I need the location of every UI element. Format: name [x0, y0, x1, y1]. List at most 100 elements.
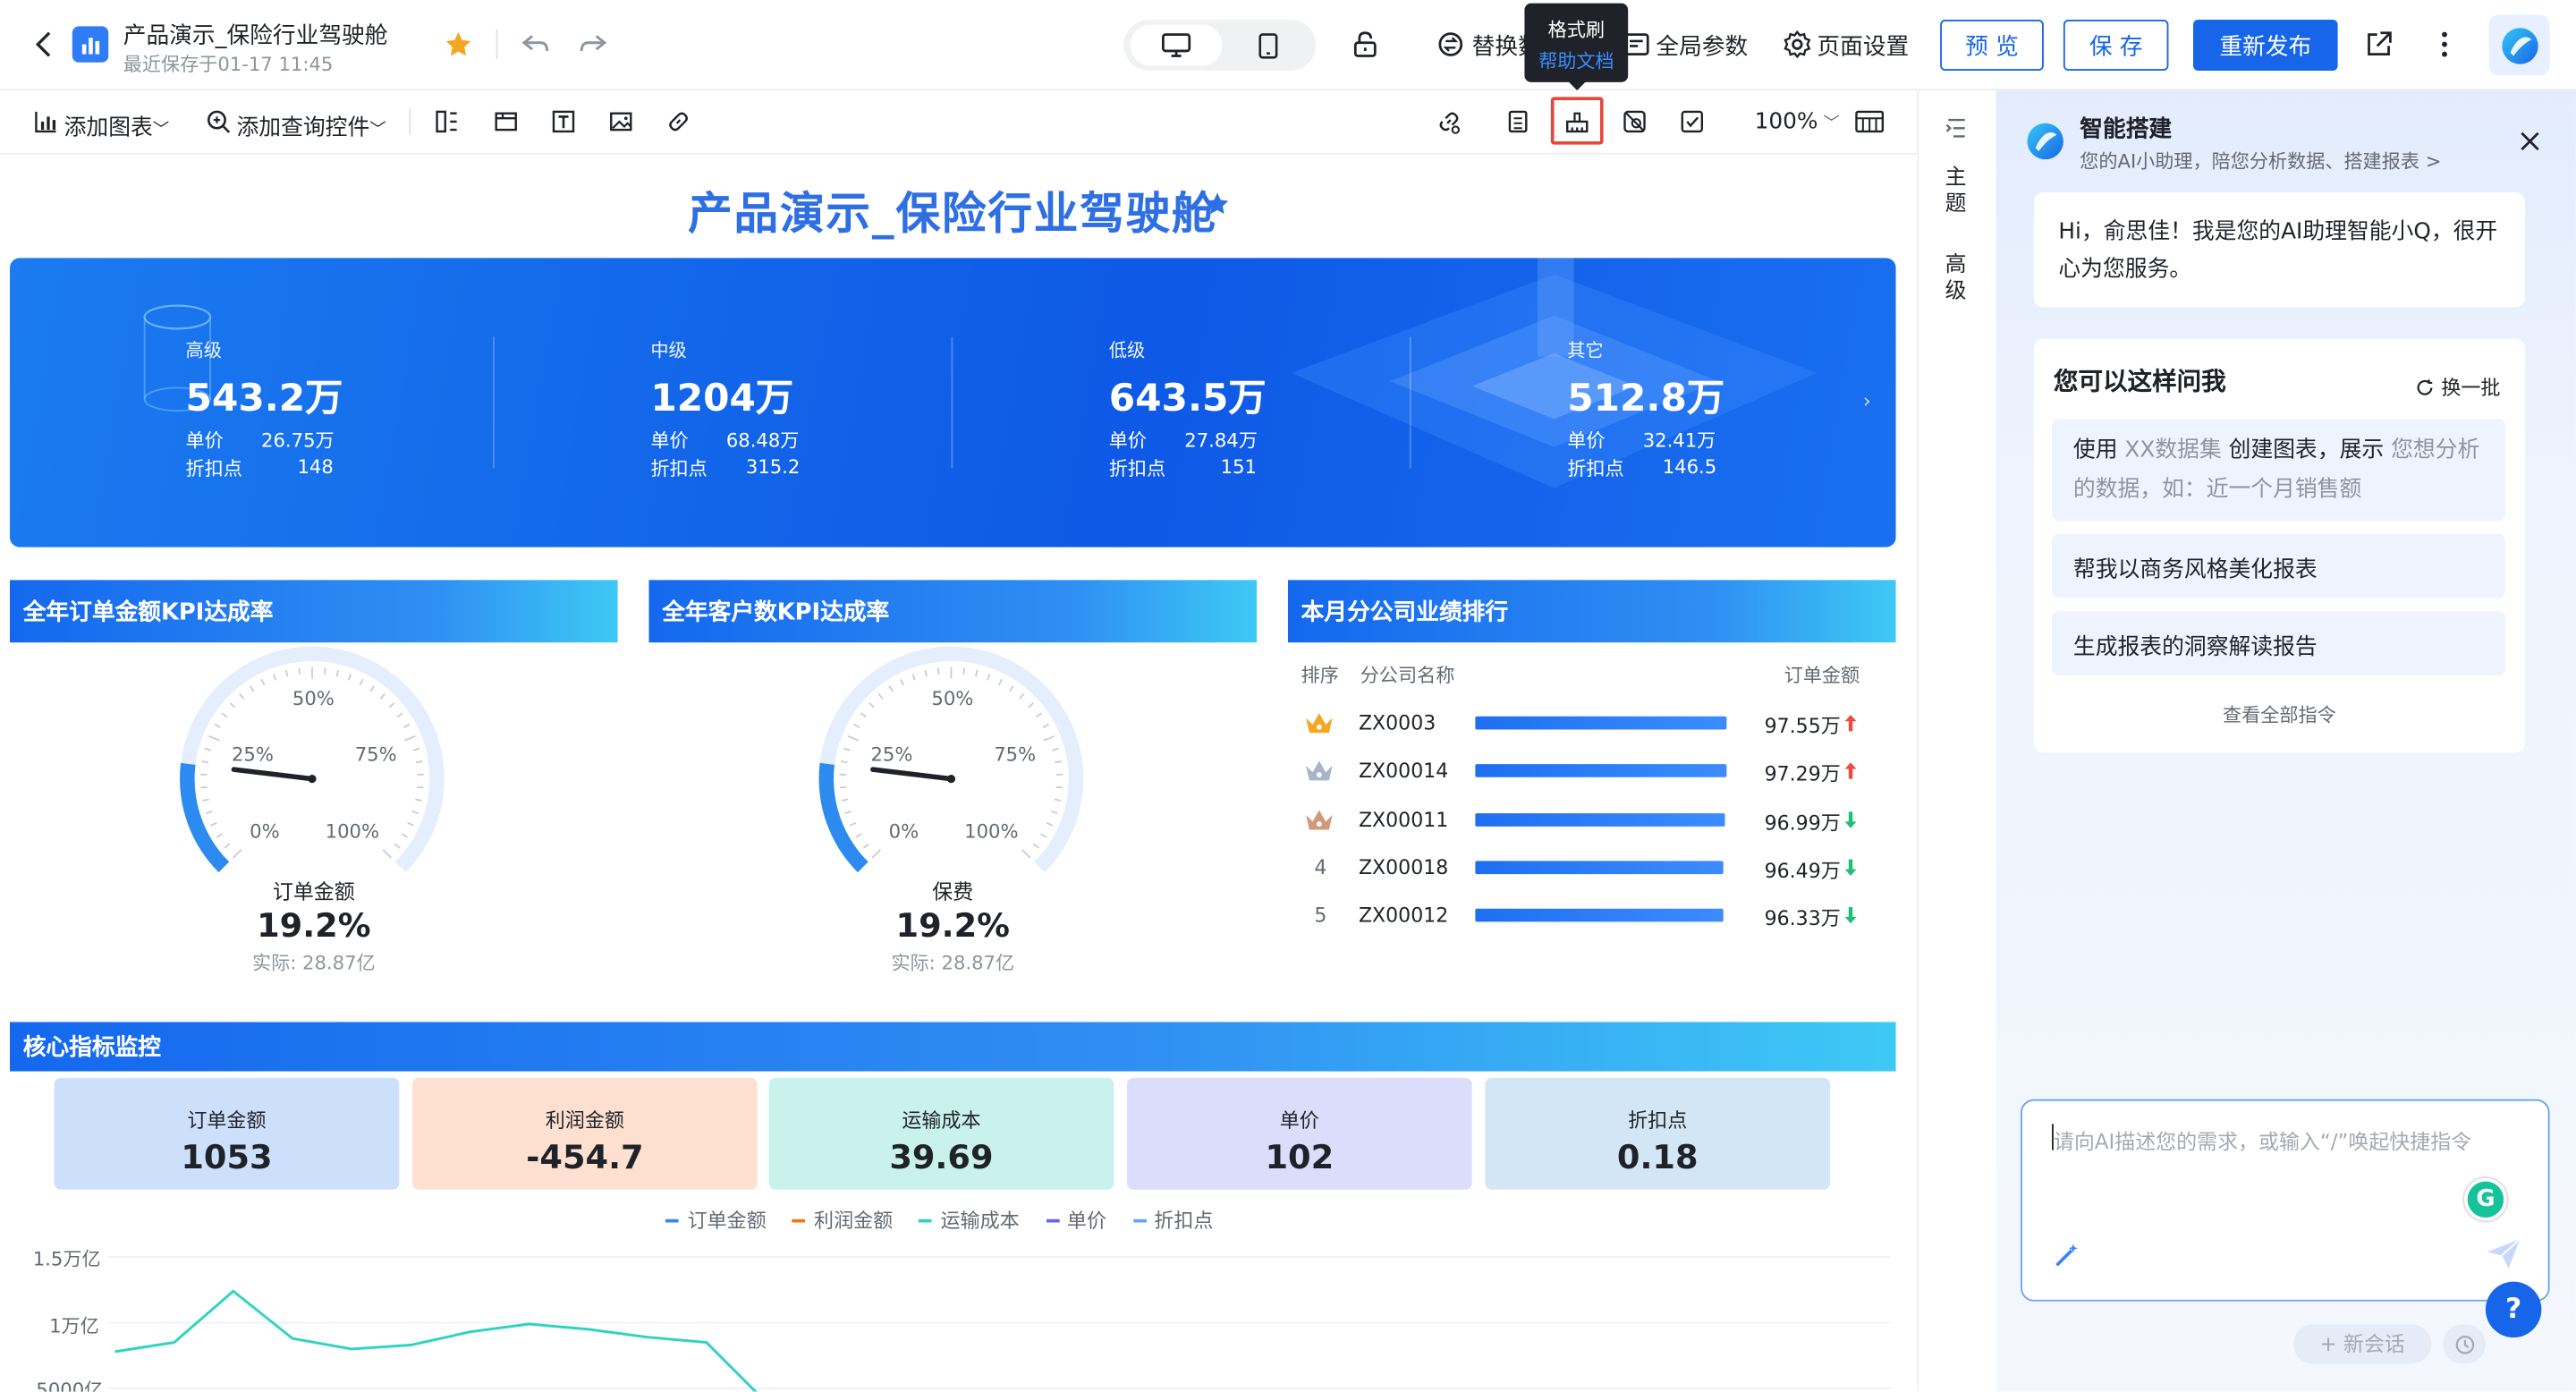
- favorite-star-icon[interactable]: [444, 30, 473, 59]
- add-chart-button[interactable]: 添加图表﹀: [64, 108, 170, 141]
- link-settings-icon[interactable]: [1433, 106, 1466, 139]
- save-button[interactable]: 保 存: [2063, 20, 2169, 71]
- ranking-bar: [1475, 716, 1727, 730]
- report-document-icon[interactable]: [1502, 106, 1535, 139]
- gauge-tick: [853, 723, 860, 728]
- link-icon[interactable]: [662, 106, 695, 139]
- gauge-tick: [899, 678, 904, 686]
- arrow-down-icon: [1844, 859, 1857, 876]
- legend-item[interactable]: 折扣点: [1132, 1206, 1213, 1234]
- gauge-tick: [239, 693, 245, 700]
- dashboard-title[interactable]: 产品演示_保险行业驾驶舱: [0, 177, 1906, 242]
- gauge2-header[interactable]: 全年客户数KPI达成率: [648, 580, 1258, 643]
- metric-value: 1053: [181, 1136, 273, 1177]
- ai-input-placeholder[interactable]: 请向AI描述您的需求，或输入“/”唤起快捷指令: [2054, 1124, 2530, 1155]
- refresh-suggestions-button[interactable]: 换一批: [2415, 373, 2500, 401]
- close-icon[interactable]: [2517, 128, 2543, 154]
- gauge-tick: [1052, 747, 1059, 751]
- list-outline-icon[interactable]: [1944, 115, 1970, 141]
- global-params-button[interactable]: 全局参数: [1656, 30, 1748, 63]
- kpi-discount: 146.5: [1662, 454, 1717, 479]
- suggestion-item[interactable]: 使用 XX数据集 创建图表，展示 您想分析的数据，如：近一个月销售额: [2052, 419, 2505, 522]
- gauge-tick: [401, 833, 408, 838]
- magic-wand-icon[interactable]: [2052, 1241, 2081, 1270]
- gauge-tick: [359, 678, 364, 686]
- gauge-tick: [839, 785, 847, 789]
- hide-component-icon[interactable]: [1618, 106, 1651, 139]
- kpi-level: 高级: [185, 340, 222, 362]
- zoom-value: 100%: [1754, 108, 1818, 135]
- gauge-tick: [347, 674, 352, 681]
- arrow-down-icon: [1844, 907, 1857, 924]
- kpi-discount: 315.2: [745, 454, 801, 479]
- tooltip-help-link[interactable]: 帮助文档: [1524, 47, 1628, 73]
- preview-button[interactable]: 预 览: [1940, 20, 2044, 71]
- suggestion-item[interactable]: 生成报表的洞察解读报告: [2052, 611, 2505, 675]
- format-brush-icon[interactable]: [1561, 106, 1594, 139]
- filter-control-icon[interactable]: [430, 106, 463, 139]
- grammarly-icon[interactable]: G: [2464, 1177, 2507, 1221]
- kpi-low: 低级 643.5万 单价 27.84万 折扣点 151: [1109, 337, 1267, 482]
- gauge-tick: [1042, 723, 1049, 728]
- add-query-control-button[interactable]: 添加查询控件﹀: [236, 108, 386, 141]
- legend-item[interactable]: 利润金额: [792, 1206, 893, 1234]
- ranking-bar: [1475, 909, 1724, 922]
- check-square-icon[interactable]: [1675, 106, 1708, 139]
- text-box-icon[interactable]: [547, 106, 580, 139]
- legend-item[interactable]: 单价: [1046, 1206, 1106, 1234]
- monitor-header[interactable]: 核心指标监控: [10, 1022, 1896, 1072]
- ranking-row: ZX00014 97.29万: [1290, 748, 1881, 795]
- global-params-icon[interactable]: [1618, 26, 1654, 62]
- bar-chart-icon[interactable]: [30, 106, 63, 139]
- suggestion-item[interactable]: 帮我以商务风格美化报表: [2052, 533, 2505, 598]
- advanced-tab[interactable]: 高级: [1945, 253, 1969, 306]
- page-settings-button[interactable]: 页面设置: [1817, 30, 1909, 63]
- more-vertical-icon[interactable]: [2427, 26, 2462, 62]
- document-title[interactable]: 产品演示_保险行业驾驶舱: [123, 18, 388, 51]
- image-icon[interactable]: [605, 106, 638, 139]
- lock-icon[interactable]: [1347, 26, 1383, 62]
- legend-swatch: [1046, 1218, 1059, 1222]
- history-icon[interactable]: [2443, 1324, 2486, 1364]
- gauge1-dial: [180, 646, 445, 873]
- redo-icon[interactable]: [579, 30, 608, 59]
- gauge1-tick-75: 75%: [354, 743, 397, 766]
- ranking-row: 4 ZX00018 96.49万: [1290, 845, 1881, 892]
- zoom-select[interactable]: 100% ﹀: [1755, 108, 1840, 134]
- legend-item[interactable]: 订单金额: [665, 1206, 767, 1234]
- legend-label: 单价: [1066, 1209, 1107, 1233]
- ranking-header[interactable]: 本月分公司业绩排行: [1287, 580, 1896, 643]
- gauge-tick: [877, 693, 884, 700]
- kpi-discount: 151: [1220, 454, 1257, 479]
- back-icon[interactable]: [33, 30, 56, 59]
- view-all-commands-link[interactable]: 查看全部指令: [2034, 701, 2525, 727]
- replace-dataset-icon[interactable]: [1433, 26, 1469, 62]
- search-icon[interactable]: [202, 106, 235, 139]
- ai-panel-subtitle[interactable]: 您的AI小助理，陪您分析数据、搭建报表 >: [2080, 148, 2441, 174]
- theme-tab[interactable]: 主题: [1945, 166, 1969, 219]
- y-tick: 1.5万亿: [32, 1247, 101, 1270]
- legend-item[interactable]: 运输成本: [919, 1206, 1020, 1234]
- republish-button[interactable]: 重新发布: [2192, 20, 2338, 71]
- gauge-tick: [1033, 843, 1040, 849]
- chevron-right-icon[interactable]: ›: [1863, 389, 1871, 412]
- legend-swatch: [1132, 1218, 1147, 1222]
- help-icon[interactable]: ?: [2485, 1281, 2542, 1338]
- gauge-tick: [936, 667, 940, 675]
- branch-amount: 96.99万: [1764, 811, 1841, 835]
- gauge2-name: 保费: [932, 878, 974, 904]
- gear-icon[interactable]: [1779, 26, 1815, 62]
- layout-grid-icon[interactable]: [1853, 106, 1886, 139]
- mobile-view-button[interactable]: [1235, 25, 1301, 66]
- desktop-view-button[interactable]: [1130, 24, 1223, 66]
- gauge1-header[interactable]: 全年订单金额KPI达成率: [10, 580, 618, 643]
- metric-card: 利润金额 -454.7: [412, 1077, 758, 1190]
- send-icon[interactable]: [2486, 1237, 2521, 1270]
- gauge1-percent: 19.2%: [257, 905, 371, 946]
- undo-icon[interactable]: [521, 30, 550, 59]
- open-external-icon[interactable]: [2360, 26, 2396, 62]
- chevron-down-icon: ﹀: [1818, 115, 1840, 133]
- ai-assistant-icon[interactable]: [2488, 14, 2550, 76]
- tab-container-icon[interactable]: [489, 106, 522, 139]
- new-chat-button[interactable]: + 新会话: [2293, 1324, 2432, 1364]
